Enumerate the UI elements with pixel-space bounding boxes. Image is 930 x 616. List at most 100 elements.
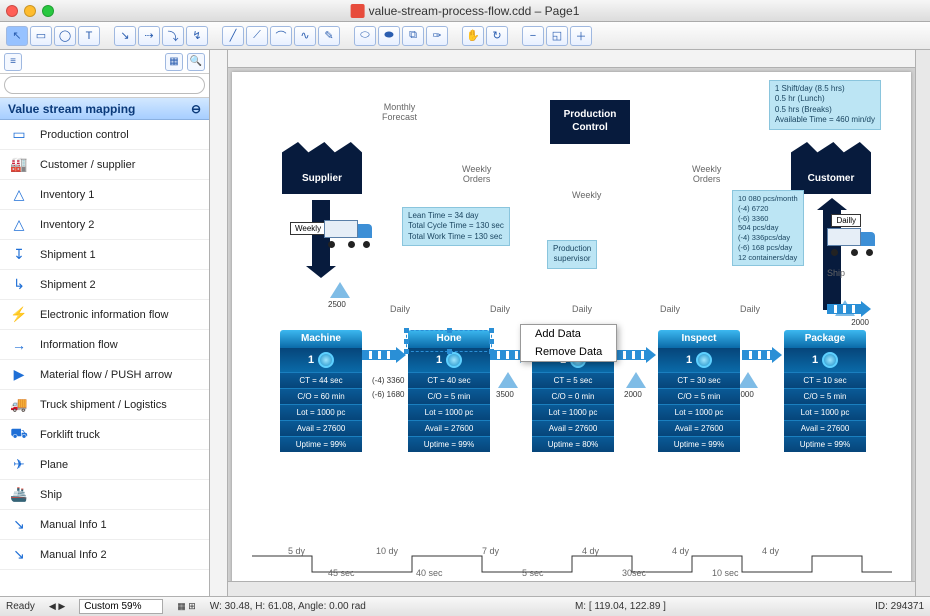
stencil-item[interactable]: →Information flow bbox=[0, 330, 209, 360]
inventory-2500-icon[interactable] bbox=[330, 282, 350, 298]
stencil-item[interactable]: △Inventory 2 bbox=[0, 210, 209, 240]
process-box-Hone[interactable]: Hone1CT = 40 secC/O = 5 minLot = 1000 pc… bbox=[408, 330, 490, 452]
stencil-item-label: Customer / supplier bbox=[40, 159, 135, 171]
rect-tool[interactable]: ▭ bbox=[30, 26, 52, 46]
stencil-item[interactable]: ↳Shipment 2 bbox=[0, 270, 209, 300]
stencil-item-icon: ⚡ bbox=[6, 304, 32, 326]
search-toggle-icon[interactable]: 🔍 bbox=[187, 53, 205, 71]
supplier-shape[interactable]: Supplier bbox=[282, 142, 362, 194]
daily-label-1[interactable]: Daily bbox=[390, 304, 410, 314]
connector-tool-3[interactable]: ⤵ bbox=[162, 26, 184, 46]
freehand-tool[interactable]: ✎ bbox=[318, 26, 340, 46]
stencil-item-label: Inventory 2 bbox=[40, 219, 94, 231]
customer-truck-icon[interactable] bbox=[827, 228, 875, 256]
horizontal-scrollbar[interactable] bbox=[228, 581, 915, 596]
window-title-text: value-stream-process-flow.cdd – Page1 bbox=[369, 4, 580, 18]
daily-label-3[interactable]: Daily bbox=[572, 304, 592, 314]
zoom-out-button[interactable]: − bbox=[522, 26, 544, 46]
search-input[interactable] bbox=[4, 76, 205, 94]
supplier-truck-icon[interactable] bbox=[324, 220, 372, 248]
stencil-header[interactable]: Value stream mapping ⊖ bbox=[0, 98, 209, 120]
stencil-title: Value stream mapping bbox=[8, 102, 135, 116]
shift-info-box[interactable]: 1 Shift/day (8.5 hrs) 0.5 hr (Lunch) 0.5… bbox=[769, 80, 881, 130]
shipment-weekly-label[interactable]: Weekly bbox=[290, 222, 326, 235]
ship-label[interactable]: Ship bbox=[827, 268, 845, 278]
label-weekly-orders-1[interactable]: Weekly Orders bbox=[462, 164, 491, 184]
stencil-item-icon: ↧ bbox=[6, 244, 32, 266]
text-tool[interactable]: T bbox=[78, 26, 100, 46]
volume-box[interactable]: 10 080 pcs/month (-4) 6720 (-6) 3360 504… bbox=[732, 190, 804, 266]
drawing-canvas[interactable]: Monthly Forecast Monthly Forecast 1 Shif… bbox=[232, 72, 911, 592]
daily-label-5[interactable]: Daily bbox=[740, 304, 760, 314]
status-object-id: ID: 294371 bbox=[875, 601, 924, 612]
stencil-item[interactable]: ▭Production control bbox=[0, 120, 209, 150]
production-supervisor-box[interactable]: Production supervisor bbox=[547, 240, 597, 269]
close-window-button[interactable] bbox=[6, 5, 18, 17]
curve-tool[interactable]: ∿ bbox=[294, 26, 316, 46]
process-box-Package[interactable]: Package1CT = 10 secC/O = 5 minLot = 1000… bbox=[784, 330, 866, 452]
stencil-item-icon: ✈ bbox=[6, 454, 32, 476]
process-box-Machine[interactable]: Machine1CT = 44 secC/O = 60 minLot = 100… bbox=[280, 330, 362, 452]
connector-tool-4[interactable]: ↯ bbox=[186, 26, 208, 46]
connector-tool-1[interactable]: ↘ bbox=[114, 26, 136, 46]
zoom-in-button[interactable]: ＋ bbox=[570, 26, 592, 46]
minimize-window-button[interactable] bbox=[24, 5, 36, 17]
timeline-top-2: 7 dy bbox=[482, 546, 499, 556]
timeline-bot-1: 40 sec bbox=[416, 568, 443, 578]
status-mouse-position: M: [ 119.04, 122.89 ] bbox=[575, 601, 666, 612]
line-tool[interactable]: ╱ bbox=[222, 26, 244, 46]
zoom-window-button[interactable] bbox=[42, 5, 54, 17]
stencil-item-icon: ↘ bbox=[6, 544, 32, 566]
stencil-item[interactable]: 🚢Ship bbox=[0, 480, 209, 510]
stencil-item[interactable]: ↧Shipment 1 bbox=[0, 240, 209, 270]
context-remove-data[interactable]: Remove Data bbox=[521, 343, 616, 361]
lead-time-box[interactable]: Lean Time = 34 day Total Cycle Time = 13… bbox=[402, 207, 510, 246]
stencil-item[interactable]: ↘Manual Info 1 bbox=[0, 510, 209, 540]
inventory-3500-icon[interactable] bbox=[498, 372, 518, 388]
zoom-input[interactable] bbox=[79, 599, 163, 614]
pan-tool[interactable]: ✋ bbox=[462, 26, 484, 46]
production-control-box[interactable]: Production Control bbox=[550, 100, 630, 144]
library-view-icon[interactable]: ≡ bbox=[4, 53, 22, 71]
stencil-item[interactable]: △Inventory 1 bbox=[0, 180, 209, 210]
stencil-item-label: Information flow bbox=[40, 339, 118, 351]
process-box-Inspect[interactable]: Inspect1CT = 30 secC/O = 5 minLot = 1000… bbox=[658, 330, 740, 452]
collapse-icon: ⊖ bbox=[191, 102, 201, 116]
polyline-tool[interactable]: ⟋ bbox=[246, 26, 268, 46]
rotate-tool[interactable]: ↻ bbox=[486, 26, 508, 46]
eyedropper-tool[interactable]: ✑ bbox=[426, 26, 448, 46]
stencil-item[interactable]: ⚡Electronic information flow bbox=[0, 300, 209, 330]
grid-view-icon[interactable]: ▦ bbox=[165, 53, 183, 71]
label-monthly-forecast-1[interactable]: Monthly Forecast bbox=[382, 102, 417, 122]
window-title: value-stream-process-flow.cdd – Page1 bbox=[351, 4, 580, 18]
zoom-fit-button[interactable]: ◱ bbox=[546, 26, 568, 46]
stencil-item[interactable]: ▶Material flow / PUSH arrow bbox=[0, 360, 209, 390]
stencil-item[interactable]: 🚚Truck shipment / Logistics bbox=[0, 390, 209, 420]
stencil-item[interactable]: 🏭Customer / supplier bbox=[0, 150, 209, 180]
inventory-2000b-icon[interactable] bbox=[738, 372, 758, 388]
stencil-item[interactable]: ⛟Forklift truck bbox=[0, 420, 209, 450]
stencil-item[interactable]: ↘Manual Info 2 bbox=[0, 540, 209, 570]
crop-tool[interactable]: ⧉ bbox=[402, 26, 424, 46]
stencil-item[interactable]: ✈Plane bbox=[0, 450, 209, 480]
label-weekly-orders-2[interactable]: Weekly Orders bbox=[692, 164, 721, 184]
daily-label-4[interactable]: Daily bbox=[660, 304, 680, 314]
ellipse-tool[interactable]: ◯ bbox=[54, 26, 76, 46]
arc-tool[interactable]: ⌒ bbox=[270, 26, 292, 46]
customer-shape[interactable]: Customer bbox=[791, 142, 871, 194]
lead-time-ladder[interactable] bbox=[252, 544, 892, 584]
stencil-item-icon: 🚚 bbox=[6, 394, 32, 416]
vertical-scrollbar[interactable] bbox=[915, 50, 930, 596]
inventory-2000a-icon[interactable] bbox=[626, 372, 646, 388]
region-tool-1[interactable]: ⬭ bbox=[354, 26, 376, 46]
region-tool-2[interactable]: ⬬ bbox=[378, 26, 400, 46]
label-weekly[interactable]: Weekly bbox=[572, 190, 601, 200]
connector-tool-2[interactable]: ⇢ bbox=[138, 26, 160, 46]
context-add-data[interactable]: Add Data bbox=[521, 325, 616, 343]
shipment-daily-label[interactable]: Dailly bbox=[831, 214, 861, 227]
context-menu: Add Data Remove Data bbox=[520, 324, 617, 362]
daily-label-2[interactable]: Daily bbox=[490, 304, 510, 314]
pointer-tool[interactable]: ↖ bbox=[6, 26, 28, 46]
window-titlebar: value-stream-process-flow.cdd – Page1 bbox=[0, 0, 930, 22]
inventory-2000c-value: 2000 bbox=[851, 318, 869, 327]
